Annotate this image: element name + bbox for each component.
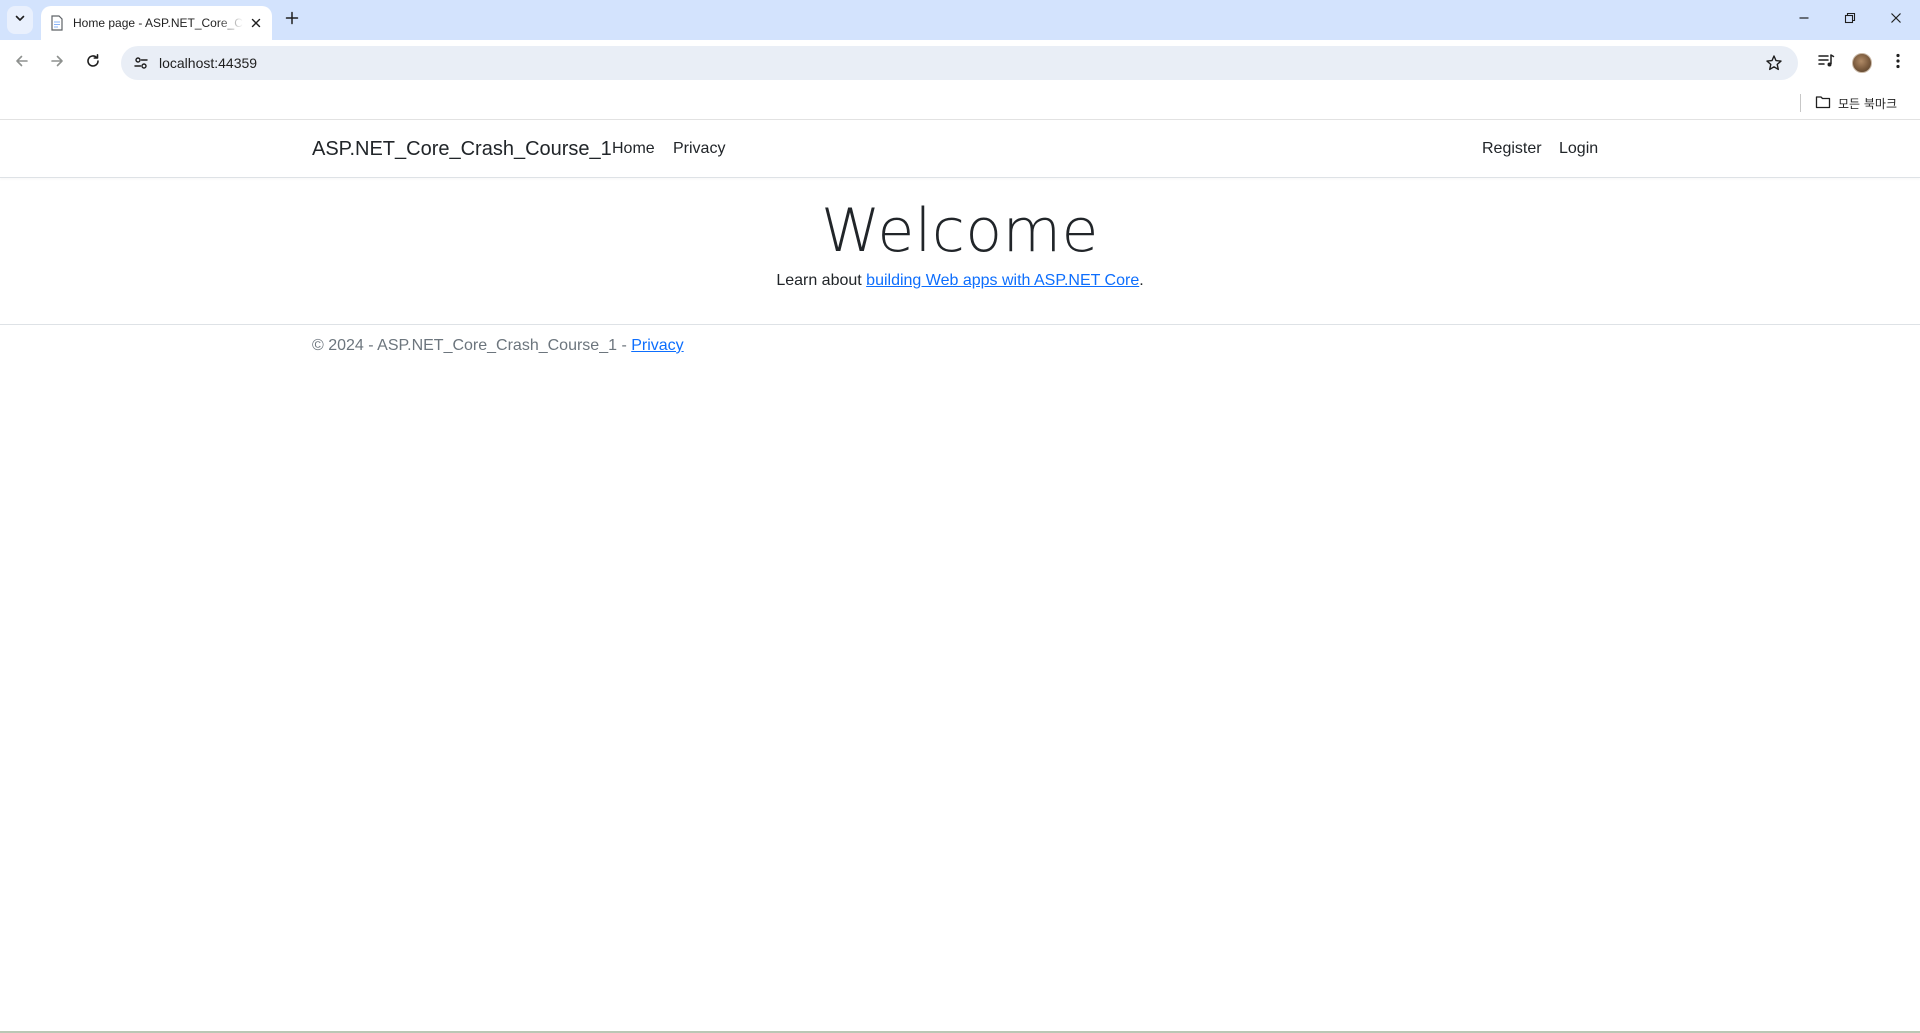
- forward-button[interactable]: [43, 49, 71, 77]
- learn-about-suffix: .: [1139, 272, 1144, 289]
- footer-copyright: © 2024 - ASP.NET_Core_Crash_Course_1 -: [312, 337, 632, 354]
- arrow-right-icon: [49, 53, 65, 74]
- minimize-icon: [1798, 11, 1810, 29]
- learn-about-link[interactable]: building Web apps with ASP.NET Core: [866, 272, 1139, 289]
- folder-icon: [1815, 95, 1831, 112]
- nav-link-privacy[interactable]: Privacy: [673, 140, 725, 158]
- star-icon[interactable]: [1762, 51, 1786, 75]
- reload-button[interactable]: [79, 49, 107, 77]
- footer-text: © 2024 - ASP.NET_Core_Crash_Course_1 - P…: [312, 337, 684, 355]
- media-control-button[interactable]: [1812, 49, 1840, 77]
- close-window-button[interactable]: [1884, 8, 1908, 32]
- new-tab-button[interactable]: [281, 9, 303, 31]
- url-text[interactable]: localhost:44359: [159, 55, 257, 71]
- chevron-down-icon: [14, 11, 26, 29]
- back-button[interactable]: [8, 49, 36, 77]
- arrow-left-icon: [14, 53, 30, 74]
- page-content: ASP.NET_Core_Crash_Course_1 Home Privacy…: [0, 120, 1920, 1033]
- site-navbar: ASP.NET_Core_Crash_Course_1 Home Privacy…: [0, 120, 1920, 178]
- page-icon: [49, 15, 65, 31]
- navbar-brand[interactable]: ASP.NET_Core_Crash_Course_1: [312, 138, 612, 161]
- plus-icon: [285, 11, 299, 30]
- browser-toolbar: localhost:44359: [0, 40, 1920, 86]
- learn-about-text: Learn about building Web apps with ASP.N…: [0, 272, 1920, 290]
- nav-link-login[interactable]: Login: [1559, 140, 1598, 158]
- tab-list-button[interactable]: [7, 6, 33, 34]
- tab-title: Home page - ASP.NET_Core_Crash_Course_1: [73, 16, 243, 30]
- restore-button[interactable]: [1838, 8, 1862, 32]
- site-footer: © 2024 - ASP.NET_Core_Crash_Course_1 - P…: [0, 324, 1920, 384]
- footer-privacy-link[interactable]: Privacy: [631, 337, 683, 354]
- bookmarks-separator: [1800, 94, 1801, 112]
- reload-icon: [85, 53, 101, 74]
- profile-button[interactable]: [1848, 49, 1876, 77]
- bookmarks-bar: 모든 북마크: [0, 86, 1920, 120]
- browser-tabstrip: Home page - ASP.NET_Core_Crash_Course_1: [0, 0, 1920, 40]
- address-bar[interactable]: localhost:44359: [121, 46, 1798, 80]
- restore-icon: [1844, 11, 1856, 29]
- minimize-button[interactable]: [1792, 8, 1816, 32]
- browser-menu-button[interactable]: [1884, 49, 1912, 77]
- close-icon[interactable]: [248, 15, 264, 31]
- learn-about-prefix: Learn about: [776, 272, 867, 289]
- media-queue-icon: [1817, 52, 1835, 75]
- page-title: Welcome: [821, 196, 1099, 266]
- all-bookmarks-label: 모든 북마크: [1838, 96, 1898, 111]
- tune-icon[interactable]: [129, 51, 153, 75]
- avatar: [1852, 53, 1872, 73]
- nav-link-register[interactable]: Register: [1482, 140, 1542, 158]
- all-bookmarks-button[interactable]: 모든 북마크: [1815, 91, 1897, 115]
- kebab-menu-icon: [1896, 53, 1900, 74]
- nav-link-home[interactable]: Home: [612, 140, 655, 158]
- close-icon: [1890, 11, 1902, 29]
- browser-tab-active[interactable]: Home page - ASP.NET_Core_Crash_Course_1: [41, 6, 272, 40]
